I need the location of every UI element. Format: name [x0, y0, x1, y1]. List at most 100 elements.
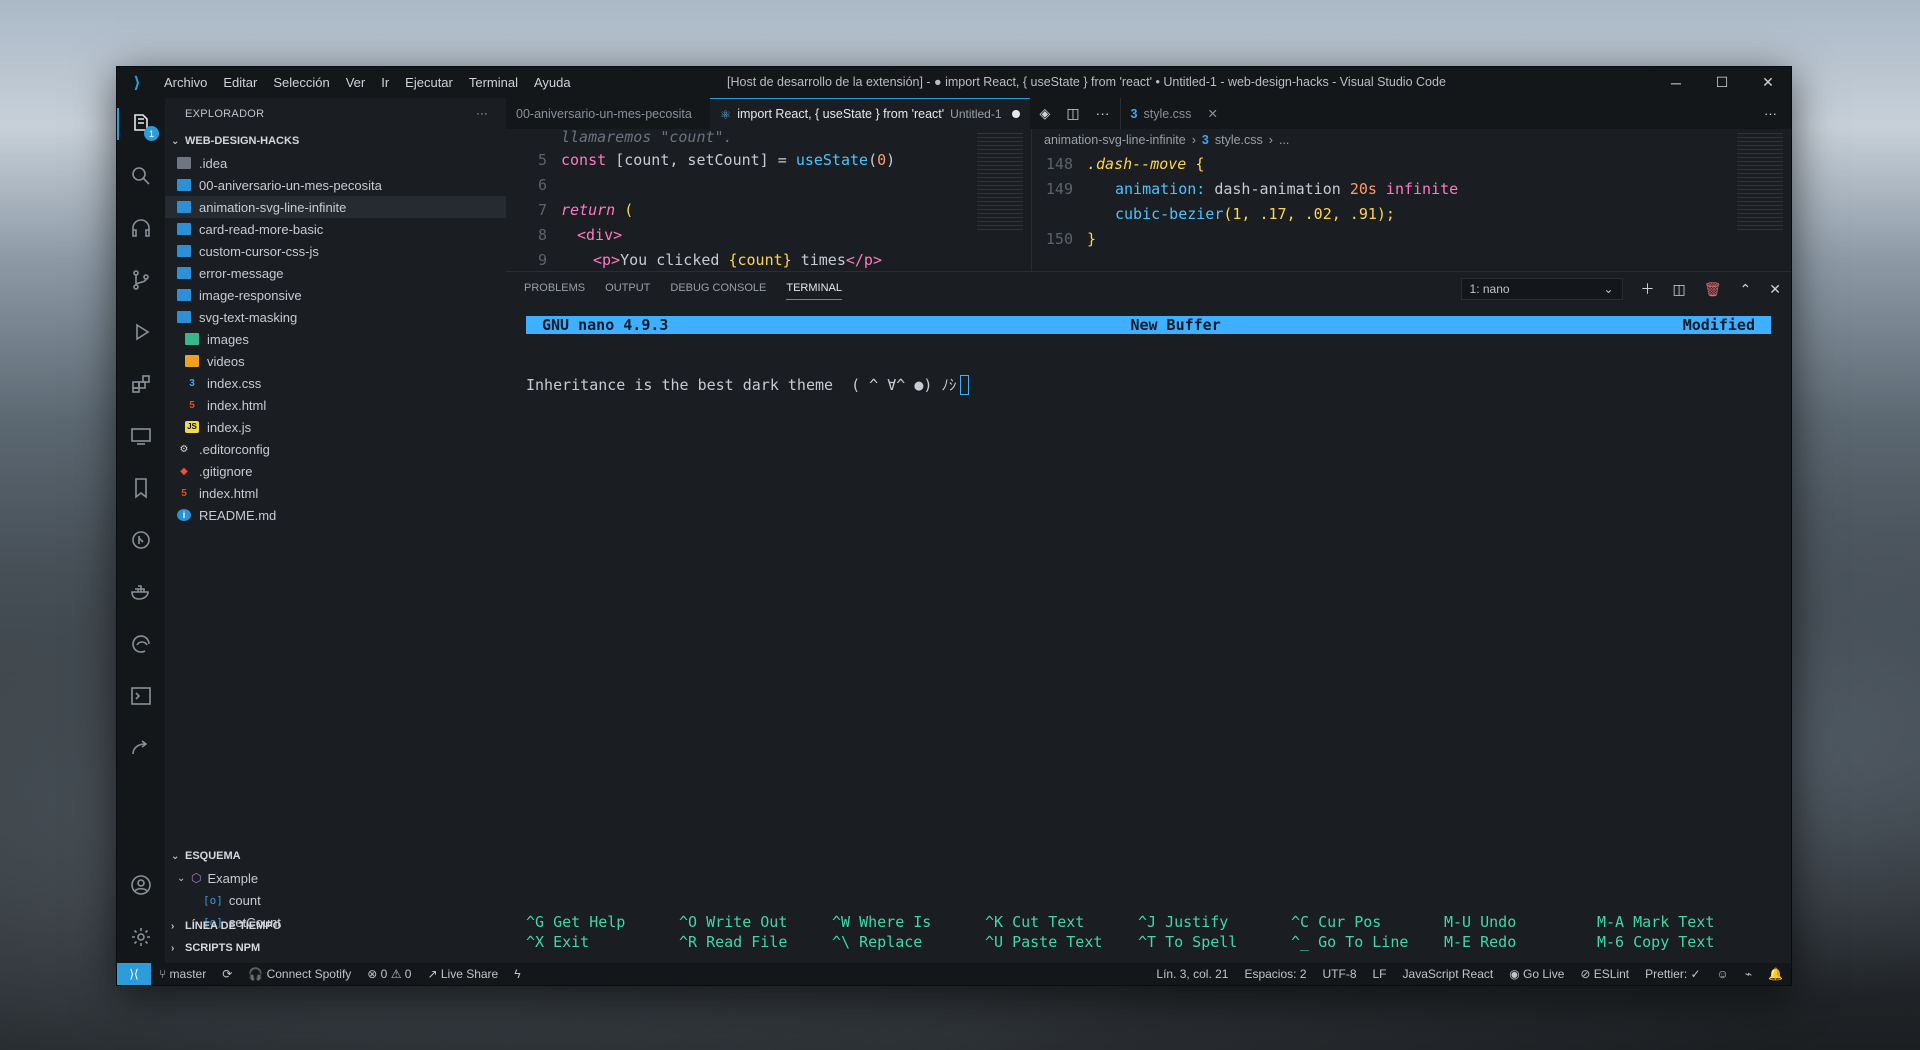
settings-gear-icon[interactable] — [117, 911, 165, 963]
indentation[interactable]: Espacios: 2 — [1236, 967, 1314, 981]
tree-file-root-index-html[interactable]: 5 index.html — [165, 482, 506, 504]
extensions-icon[interactable] — [117, 358, 165, 410]
language-mode[interactable]: JavaScript React — [1395, 967, 1502, 981]
timeline-section-header[interactable]: › LÍNEA DE TIEMPO — [165, 915, 506, 937]
docker-icon[interactable] — [117, 566, 165, 618]
terminal-select-value: 1: nano — [1469, 282, 1510, 296]
breadcrumb-rest[interactable]: ... — [1279, 133, 1289, 147]
more-actions-icon[interactable]: ··· — [476, 108, 488, 120]
vscode-logo-icon[interactable]: ⟩ — [117, 73, 157, 93]
tab-style-css[interactable]: 3 style.css ✕ — [1119, 98, 1228, 129]
tree-file-index-js[interactable]: JS index.js — [165, 416, 506, 438]
tree-folder-idea[interactable]: .idea — [165, 152, 506, 174]
live-share-icon[interactable] — [117, 722, 165, 774]
menu-editar[interactable]: Editar — [216, 75, 264, 90]
branch-status[interactable]: ⑂ master — [151, 967, 214, 981]
headphones-icon[interactable] — [117, 202, 165, 254]
tab-output[interactable]: OUTPUT — [605, 282, 650, 294]
tab-debug-console[interactable]: DEBUG CONSOLE — [670, 282, 766, 294]
run-debug-icon[interactable] — [117, 306, 165, 358]
lightning-icon[interactable]: ϟ — [506, 967, 528, 981]
unsaved-dot-icon[interactable] — [1011, 110, 1020, 118]
code-pane-right[interactable]: animation-svg-line-infinite › 3 style.cs… — [1031, 129, 1791, 271]
search-icon[interactable] — [117, 150, 165, 202]
terminal[interactable]: GNU nano 4.9.3 New Buffer Modified Inher… — [526, 316, 1771, 963]
minimize-icon[interactable]: ─ — [1653, 67, 1699, 98]
liveshare-status[interactable]: ↗ Live Share — [419, 967, 506, 981]
source-control-icon[interactable] — [117, 254, 165, 306]
encoding[interactable]: UTF-8 — [1315, 967, 1365, 981]
menu-ir[interactable]: Ir — [374, 75, 396, 90]
git-graph-icon[interactable] — [117, 514, 165, 566]
close-panel-icon[interactable]: ✕ — [1769, 281, 1781, 298]
tree-file-editorconfig[interactable]: ⚙ .editorconfig — [165, 438, 506, 460]
remote-indicator-icon[interactable]: ⟩⟨ — [117, 963, 151, 985]
minimap[interactable] — [977, 133, 1023, 233]
terminal-select[interactable]: 1: nano ⌄ — [1460, 278, 1623, 300]
tree-file-index-css[interactable]: 3 index.css — [165, 372, 506, 394]
tree-file-index-html[interactable]: 5 index.html — [165, 394, 506, 416]
trash-icon[interactable]: 🗑 — [1704, 281, 1722, 298]
account-icon[interactable] — [117, 859, 165, 911]
tree-file-readme[interactable]: i README.md — [165, 504, 506, 526]
tree-file-gitignore[interactable]: ◆ .gitignore — [165, 460, 506, 482]
tree-folder-animation-svg[interactable]: animation-svg-line-infinite — [165, 196, 506, 218]
notifications-bell-icon[interactable]: 🔔 — [1760, 967, 1791, 981]
workspace-section-header[interactable]: ⌄ WEB-DESIGN-HACKS — [165, 130, 506, 152]
nano-buffer[interactable]: Inheritance is the best dark theme ( ^ ∀… — [526, 374, 1771, 395]
edge-devtools-icon[interactable] — [117, 618, 165, 670]
sync-icon[interactable]: ⟳ — [214, 967, 240, 981]
menu-ayuda[interactable]: Ayuda — [527, 75, 578, 90]
more-actions-icon[interactable]: ··· — [1096, 105, 1110, 122]
feedback-icon[interactable]: ☺ — [1709, 967, 1737, 981]
code-line-4: llamaremos "count". — [506, 129, 1031, 147]
tab-problems[interactable]: PROBLEMS — [524, 282, 585, 294]
maximize-panel-icon[interactable]: ⌃ — [1740, 281, 1752, 298]
menu-seleccion[interactable]: Selección — [266, 75, 336, 90]
explorer-icon[interactable]: 1 — [117, 98, 165, 150]
bookmarks-icon[interactable] — [117, 462, 165, 514]
tab-close-icon[interactable]: ✕ — [1207, 106, 1217, 121]
terminal-icon[interactable] — [117, 670, 165, 722]
tree-folder-images[interactable]: images — [165, 328, 506, 350]
new-terminal-icon[interactable]: ＋ — [1641, 279, 1655, 299]
breadcrumb-folder[interactable]: animation-svg-line-infinite — [1044, 133, 1186, 147]
tree-folder-custom-cursor[interactable]: custom-cursor-css-js — [165, 240, 506, 262]
token-expression: {count} — [728, 250, 792, 269]
menu-terminal[interactable]: Terminal — [462, 75, 525, 90]
tab-untitled-1[interactable]: ⚛ import React, { useState } from 'react… — [710, 98, 1030, 129]
tab-aniversario[interactable]: 00-aniversario-un-mes-pecosita — [506, 98, 710, 129]
outline-item-count[interactable]: [o] count — [165, 889, 506, 911]
outline-section-header[interactable]: ⌄ ESQUEMA — [165, 845, 506, 867]
tree-folder-card-read-more[interactable]: card-read-more-basic — [165, 218, 506, 240]
eslint-status[interactable]: ⊘ ESLint — [1572, 967, 1637, 981]
end-of-line[interactable]: LF — [1365, 967, 1395, 981]
git-compare-icon[interactable]: ◈ — [1040, 105, 1051, 122]
go-live-status[interactable]: ◉ Go Live — [1501, 967, 1572, 981]
tree-folder-error-message[interactable]: error-message — [165, 262, 506, 284]
tab-terminal[interactable]: TERMINAL — [786, 282, 842, 300]
tree-folder-svg-text-masking[interactable]: svg-text-masking — [165, 306, 506, 328]
prettier-status[interactable]: Prettier: ✓ — [1637, 967, 1708, 981]
cursor-position[interactable]: Lín. 3, col. 21 — [1148, 967, 1236, 981]
spotify-status[interactable]: 🎧 Connect Spotify — [240, 967, 359, 981]
more-actions-icon[interactable]: ··· — [1764, 106, 1791, 121]
code-pane-left[interactable]: llamaremos "count". 5 const [count, setC… — [506, 129, 1031, 271]
split-editor-icon[interactable]: ◫ — [1066, 105, 1079, 122]
broadcast-icon[interactable]: ⌁ — [1737, 967, 1760, 981]
close-icon[interactable]: ✕ — [1745, 67, 1791, 98]
tree-folder-videos[interactable]: videos — [165, 350, 506, 372]
menu-archivo[interactable]: Archivo — [157, 75, 214, 90]
tree-folder-aniversario[interactable]: 00-aniversario-un-mes-pecosita — [165, 174, 506, 196]
menu-ver[interactable]: Ver — [339, 75, 373, 90]
outline-item-example[interactable]: ⌄ ⬡ Example — [165, 867, 506, 889]
maximize-icon[interactable]: ☐ — [1699, 67, 1745, 98]
tree-folder-image-responsive[interactable]: image-responsive — [165, 284, 506, 306]
breadcrumb-file[interactable]: style.css — [1215, 133, 1263, 147]
split-terminal-icon[interactable]: ◫ — [1673, 281, 1686, 298]
npm-scripts-section-header[interactable]: › SCRIPTS NPM — [165, 937, 506, 959]
remote-explorer-icon[interactable] — [117, 410, 165, 462]
menu-ejecutar[interactable]: Ejecutar — [398, 75, 460, 90]
problems-status[interactable]: ⊗ 0 ⚠ 0 — [359, 967, 419, 981]
minimap[interactable] — [1737, 133, 1783, 233]
